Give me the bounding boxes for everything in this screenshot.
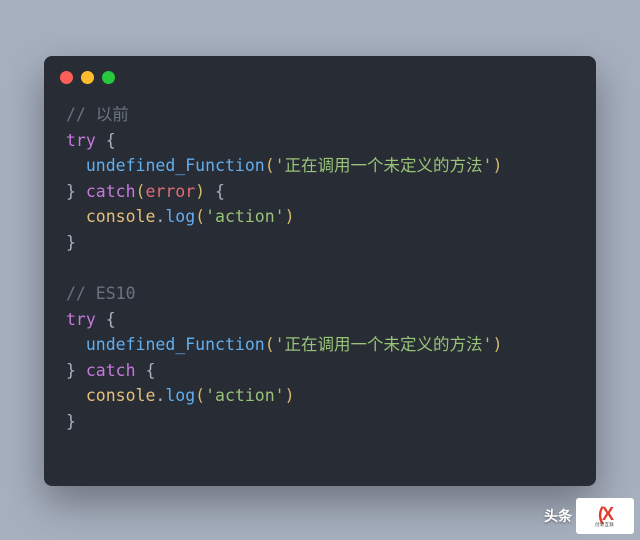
- paren-open: (: [265, 156, 275, 175]
- logo-glyph: (X: [598, 505, 612, 523]
- keyword-catch: catch: [76, 182, 136, 201]
- maximize-dot-icon: [102, 71, 115, 84]
- paren-close: ): [493, 156, 503, 175]
- window-titlebar: [44, 56, 596, 98]
- string-literal: 'action': [205, 386, 284, 405]
- dot: .: [155, 207, 165, 226]
- brace-open: {: [96, 310, 116, 329]
- comment-line: // ES10: [66, 284, 136, 303]
- brace-open: {: [205, 182, 225, 201]
- keyword-try: try: [66, 131, 96, 150]
- close-dot-icon: [60, 71, 73, 84]
- paren-close: ): [285, 386, 295, 405]
- watermark: 头条 (X 创新互联: [544, 498, 634, 534]
- string-literal: '正在调用一个未定义的方法': [275, 156, 493, 175]
- paren-open: (: [195, 207, 205, 226]
- string-literal: 'action': [205, 207, 284, 226]
- paren-close: ): [493, 335, 503, 354]
- brace-close: }: [66, 361, 76, 380]
- watermark-label: 头条: [544, 506, 572, 526]
- indent: [66, 386, 86, 405]
- log-func: log: [165, 207, 195, 226]
- comment-line: // 以前: [66, 105, 129, 124]
- dot: .: [155, 386, 165, 405]
- brace-close: }: [66, 182, 76, 201]
- paren-open: (: [136, 182, 146, 201]
- minimize-dot-icon: [81, 71, 94, 84]
- keyword-catch: catch: [76, 361, 136, 380]
- paren-close: ): [285, 207, 295, 226]
- brace-open: {: [136, 361, 156, 380]
- code-block: // 以前 try { undefined_Function('正在调用一个未定…: [44, 98, 596, 454]
- brace-close: }: [66, 233, 76, 252]
- logo-text-top: 创新互联: [595, 523, 614, 528]
- paren-close: ): [195, 182, 205, 201]
- log-func: log: [165, 386, 195, 405]
- error-var: error: [145, 182, 195, 201]
- indent: [66, 156, 86, 175]
- keyword-try: try: [66, 310, 96, 329]
- indent: [66, 335, 86, 354]
- watermark-logo-icon: (X 创新互联: [576, 498, 634, 534]
- string-literal: '正在调用一个未定义的方法': [275, 335, 493, 354]
- code-window: // 以前 try { undefined_Function('正在调用一个未定…: [44, 56, 596, 486]
- console-ident: console: [86, 207, 156, 226]
- brace-open: {: [96, 131, 116, 150]
- console-ident: console: [86, 386, 156, 405]
- brace-close: }: [66, 412, 76, 431]
- paren-open: (: [265, 335, 275, 354]
- paren-open: (: [195, 386, 205, 405]
- indent: [66, 207, 86, 226]
- function-call: undefined_Function: [86, 335, 265, 354]
- function-call: undefined_Function: [86, 156, 265, 175]
